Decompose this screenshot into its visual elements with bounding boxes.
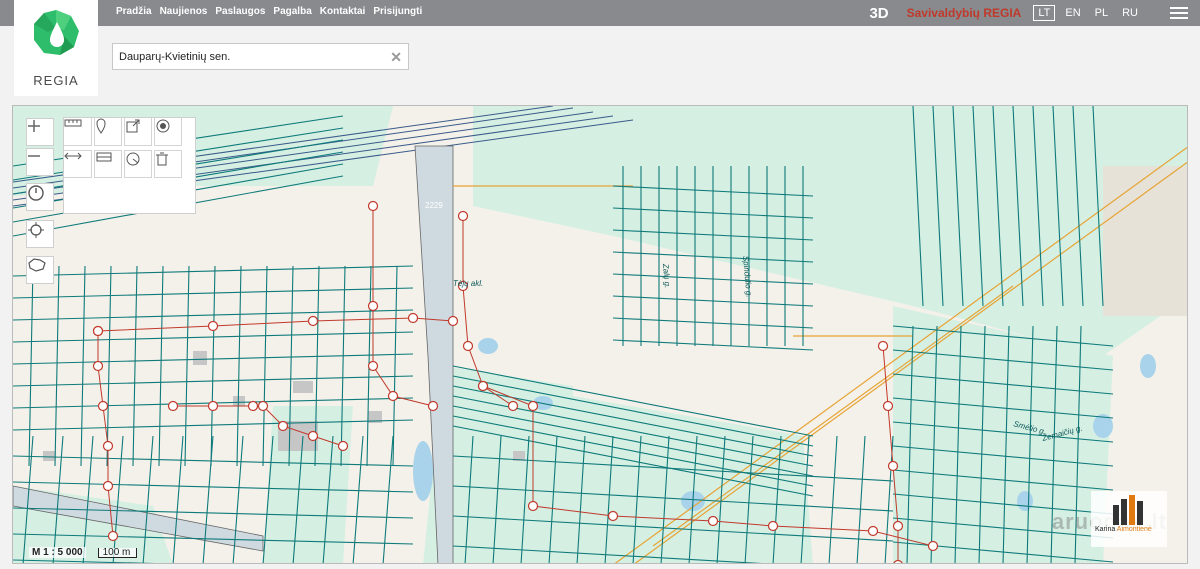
lang-ru[interactable]: RU <box>1118 6 1142 20</box>
zoom-in-button[interactable] <box>26 118 54 146</box>
pin-icon <box>96 118 106 134</box>
3d-button[interactable]: 3D <box>869 5 888 22</box>
delete-button[interactable] <box>154 150 182 178</box>
history-button[interactable] <box>26 183 54 211</box>
radius-icon <box>126 152 140 166</box>
brand-title: Savivaldybių REGIA <box>906 6 1022 20</box>
plus-icon <box>28 120 40 132</box>
locate-button[interactable] <box>26 220 54 248</box>
watermark-first-name: Karina <box>1095 526 1116 533</box>
distance-icon <box>64 152 82 160</box>
crosshair-icon <box>28 222 44 238</box>
street-label: Tėjų akl. <box>453 279 483 288</box>
main-nav: Pradžia Naujienos Paslaugos Pagalba Kont… <box>116 6 422 17</box>
map-shape-icon <box>28 258 46 272</box>
tools-panel <box>63 117 196 214</box>
nav-help[interactable]: Pagalba <box>273 6 311 17</box>
logo-text: REGIA <box>33 73 79 88</box>
layers-button[interactable] <box>26 256 54 284</box>
zoom-out-button[interactable] <box>26 148 54 176</box>
area-icon <box>96 152 112 162</box>
watermark-last-name: Aimontienė <box>1116 526 1152 533</box>
scale-ratio: M 1 : 5 000 <box>29 547 86 558</box>
watermark: Karina Aimontienė <box>1091 491 1167 547</box>
share-icon <box>126 119 140 133</box>
target-button[interactable] <box>154 118 182 146</box>
search-input[interactable] <box>113 44 373 69</box>
nav-home[interactable]: Pradžia <box>116 6 152 17</box>
share-button[interactable] <box>124 118 152 146</box>
watermark-name: Karina Aimontienė <box>1095 526 1152 533</box>
radius-button[interactable] <box>124 150 152 178</box>
lang-lt[interactable]: LT <box>1033 5 1056 21</box>
map-canvas[interactable]: Tėjų akl. Zalų g. Smėlio g. Žemaičių g. … <box>12 105 1188 564</box>
clear-icon[interactable]: ✕ <box>390 49 402 66</box>
regia-logo-icon <box>34 10 79 55</box>
road-badge: 2229 <box>425 201 443 210</box>
measure-button[interactable] <box>64 118 92 146</box>
minus-icon <box>28 155 40 157</box>
distance-button[interactable] <box>64 150 92 178</box>
scale-indicator: M 1 : 5 000 100 m <box>29 547 138 558</box>
target-icon <box>156 119 170 133</box>
marker-button[interactable] <box>94 118 122 146</box>
ruler-icon <box>64 119 82 127</box>
nav-contacts[interactable]: Kontaktai <box>320 6 366 17</box>
menu-icon[interactable] <box>1170 4 1188 22</box>
scale-bar: 100 m <box>97 547 138 558</box>
logo[interactable]: REGIA <box>14 0 98 96</box>
trash-icon <box>156 152 168 166</box>
clock-icon <box>28 185 44 201</box>
area-button[interactable] <box>94 150 122 178</box>
lang-pl[interactable]: PL <box>1091 6 1112 20</box>
watermark-logo-icon <box>1113 495 1143 525</box>
top-bar: Pradžia Naujienos Paslaugos Pagalba Kont… <box>0 0 1200 26</box>
nav-services[interactable]: Paslaugos <box>215 6 265 17</box>
nav-login[interactable]: Prisijungti <box>373 6 422 17</box>
lang-en[interactable]: EN <box>1061 6 1084 20</box>
search-box: ✕ <box>112 43 409 70</box>
nav-news[interactable]: Naujienos <box>160 6 208 17</box>
